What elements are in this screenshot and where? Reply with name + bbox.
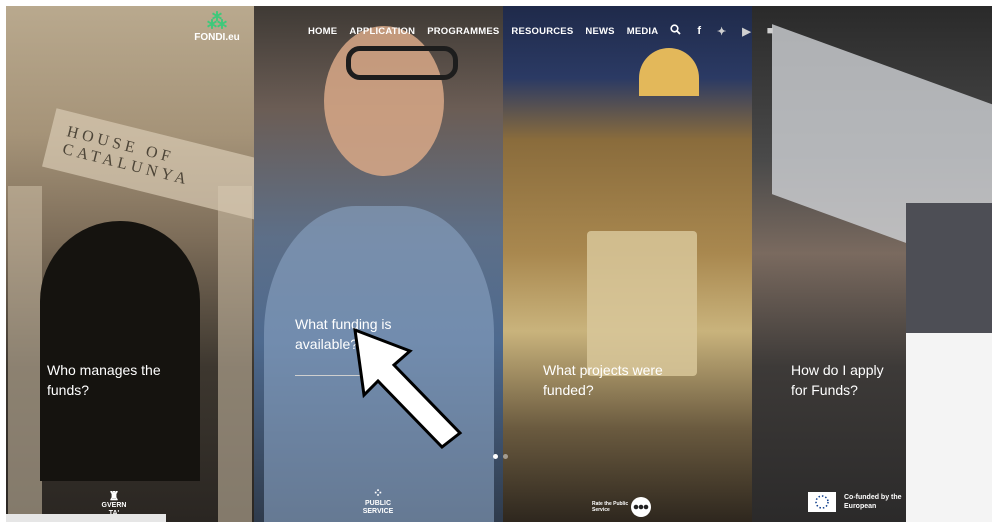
nav-news[interactable]: NEWS (585, 26, 614, 37)
linkedin-icon[interactable]: ■ (767, 25, 774, 37)
public-service-logo: ⁘ PUBLIC SERVICE (352, 486, 404, 516)
main-nav: HOME APPLICATION PROGRAMMES RESOURCES NE… (308, 24, 789, 38)
arched-doorway (40, 221, 200, 481)
panel-who-manages[interactable]: HOUSE OF CATALUNYA (6, 6, 254, 522)
carousel-dots (493, 446, 513, 464)
overlay-card-image (906, 203, 992, 333)
fondi-logo-text: FONDI.eu (194, 32, 240, 43)
status-bar (6, 514, 166, 522)
eu-flag-icon (808, 492, 836, 512)
eu-cofunded-logo: Co-funded by the European (808, 492, 908, 512)
rate-public-service-text: Rate the Public Service (592, 501, 629, 513)
carousel-dot-active[interactable] (493, 454, 498, 459)
rate-public-service-logo: Rate the Public Service (592, 496, 672, 518)
search-icon[interactable] (670, 24, 681, 38)
nav-resources[interactable]: RESOURCES (511, 26, 573, 37)
fondi-homepage: HOUSE OF CATALUNYA ⁂ FONDI.eu HOME APPLI… (0, 0, 992, 522)
nav-media[interactable]: MEDIA (627, 26, 659, 37)
column-right (218, 186, 252, 522)
facebook-icon[interactable]: f (697, 25, 701, 37)
column-left (8, 186, 42, 522)
eu-cofunded-text: Co-funded by the European (844, 494, 902, 510)
public-service-mark-icon: ⁘ (372, 486, 384, 500)
dome-shape (639, 48, 699, 96)
overlay-card (906, 203, 992, 522)
tower-shape (587, 231, 697, 376)
twitter-icon[interactable]: ✦ (717, 25, 726, 38)
caption-who-manages[interactable]: Who manages the funds? (47, 360, 197, 400)
top-strip (0, 0, 992, 6)
fondi-logo[interactable]: ⁂ FONDI.eu (187, 12, 247, 52)
panel-projects-funded[interactable] (503, 6, 752, 522)
caption-how-to-apply[interactable]: How do I apply for Funds? (791, 360, 903, 400)
youtube-icon[interactable]: ▶ (742, 25, 750, 38)
nav-programmes[interactable]: PROGRAMMES (427, 26, 499, 37)
fondi-logo-mark-icon: ⁂ (207, 11, 227, 33)
nav-application[interactable]: APPLICATION (349, 26, 415, 37)
mouse-cursor-icon (353, 327, 463, 450)
rating-icon (631, 497, 651, 517)
crest-icon: ♜ (108, 489, 120, 503)
carousel-dot[interactable] (503, 454, 508, 459)
glasses-shape (346, 46, 458, 80)
caption-projects-funded[interactable]: What projects were funded? (543, 360, 693, 400)
nav-home[interactable]: HOME (308, 26, 337, 37)
public-service-text: PUBLIC SERVICE (362, 500, 394, 515)
